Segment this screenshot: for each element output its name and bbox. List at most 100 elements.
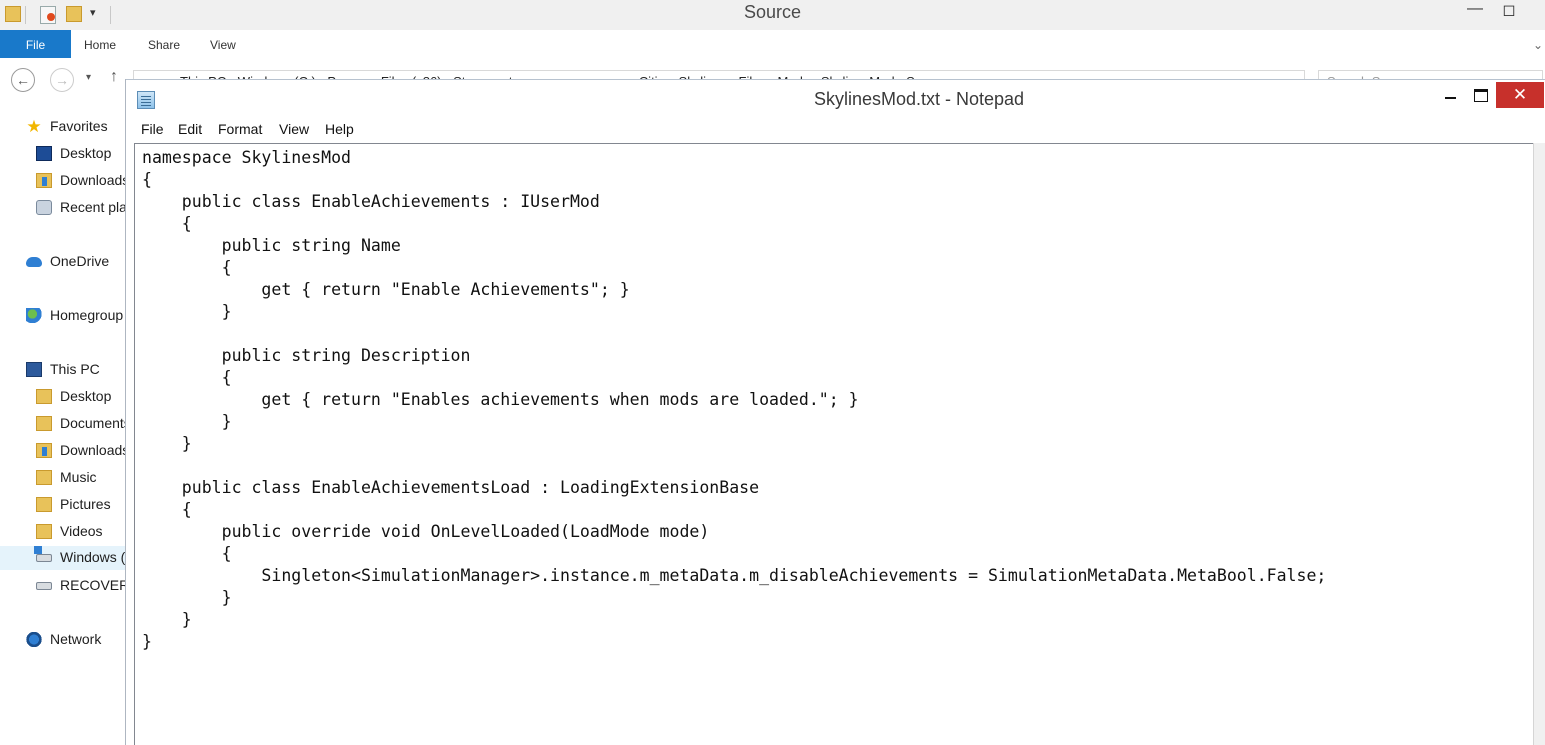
- text-line: {: [142, 258, 232, 277]
- expand-ribbon-chevron-icon[interactable]: ⌄: [1533, 38, 1543, 52]
- nav-recent-places[interactable]: Recent places: [0, 196, 133, 220]
- maximize-icon: [1474, 88, 1488, 102]
- nav-label: Documents: [60, 415, 131, 431]
- nav-label: Music: [60, 469, 97, 485]
- computer-icon: [26, 362, 42, 377]
- ribbon-tabs: File Home Share View ⌄: [0, 30, 1545, 59]
- nav-network[interactable]: Network: [0, 628, 133, 652]
- text-line: }: [142, 412, 232, 431]
- downloads-folder-icon: [36, 173, 52, 188]
- pictures-folder-icon: [36, 497, 52, 512]
- text-line: public class EnableAchievements : IUserM…: [142, 192, 600, 211]
- text-line: Singleton<SimulationManager>.instance.m_…: [142, 566, 1327, 585]
- nav-homegroup[interactable]: Homegroup: [0, 304, 133, 328]
- minimize-button[interactable]: [1436, 82, 1464, 108]
- menu-help[interactable]: Help: [325, 121, 354, 137]
- tab-file[interactable]: File: [0, 30, 71, 58]
- music-folder-icon: [36, 470, 52, 485]
- nav-label: Videos: [60, 523, 103, 539]
- text-line: public override void OnLevelLoaded(LoadM…: [142, 522, 710, 541]
- text-line: {: [142, 500, 192, 519]
- nav-this-pc-downloads[interactable]: Downloads: [0, 439, 133, 463]
- notepad-window: SkylinesMod.txt - Notepad ✕ File Edit Fo…: [126, 79, 1545, 745]
- homegroup-icon: [26, 308, 42, 323]
- nav-label: Network: [50, 631, 102, 647]
- text-line: [142, 323, 1326, 345]
- menu-edit[interactable]: Edit: [178, 121, 202, 137]
- recent-locations-chevron-icon[interactable]: ▾: [86, 72, 91, 83]
- text-line: get { return "Enables achievements when …: [142, 390, 859, 409]
- nav-documents[interactable]: Documents: [0, 412, 133, 436]
- notepad-window-title: SkylinesMod.txt - Notepad: [813, 89, 1025, 109]
- nav-favorites-downloads[interactable]: Downloads: [0, 169, 133, 193]
- nav-label: Recent places: [60, 199, 133, 215]
- nav-label: Downloads: [60, 442, 130, 458]
- nav-onedrive[interactable]: OneDrive: [0, 250, 133, 274]
- text-line: [142, 455, 1326, 477]
- menu-format[interactable]: Format: [218, 121, 262, 137]
- up-arrow-icon[interactable]: ↑: [110, 68, 118, 86]
- minimize-icon[interactable]: —: [1460, 0, 1490, 22]
- nav-recovery-drive[interactable]: RECOVERY: [0, 574, 133, 598]
- text-editor-area[interactable]: namespace SkylinesMod { public class Enab…: [134, 143, 1533, 745]
- text-line: {: [142, 368, 232, 387]
- nav-videos[interactable]: Videos: [0, 520, 133, 544]
- nav-label: RECOVERY: [60, 577, 133, 593]
- text-line: }: [142, 588, 232, 607]
- text-line: {: [142, 214, 192, 233]
- nav-label: Homegroup: [50, 307, 124, 323]
- tab-view[interactable]: View: [210, 30, 236, 58]
- back-arrow-icon[interactable]: ←: [11, 68, 35, 92]
- explorer-window-title: Source: [743, 2, 802, 22]
- minimize-icon: [1444, 97, 1456, 100]
- text-line: public class EnableAchievementsLoad : Lo…: [142, 478, 760, 497]
- text-line: public string Description: [142, 346, 471, 365]
- explorer-title-bar: ▾ Source — ◻: [0, 0, 1545, 30]
- nav-label: Desktop: [60, 145, 112, 161]
- maximize-icon[interactable]: ◻: [1494, 0, 1524, 22]
- close-button[interactable]: ✕: [1496, 82, 1544, 108]
- maximize-button[interactable]: [1466, 82, 1496, 108]
- nav-label: Downloads: [60, 172, 130, 188]
- close-icon: ✕: [1512, 85, 1528, 104]
- nav-pictures[interactable]: Pictures: [0, 493, 133, 517]
- nav-label: Desktop: [60, 388, 112, 404]
- document-text: namespace SkylinesMod { public class Enab…: [142, 147, 1326, 653]
- nav-label: This PC: [50, 361, 100, 377]
- text-line: }: [142, 302, 232, 321]
- menu-view[interactable]: View: [279, 121, 309, 137]
- tab-share[interactable]: Share: [148, 30, 180, 58]
- text-line: {: [142, 544, 232, 563]
- navigation-pane: ★ Favorites Desktop Downloads Recent pla…: [0, 102, 133, 745]
- nav-this-pc-desktop[interactable]: Desktop: [0, 385, 133, 409]
- text-line: }: [142, 434, 192, 453]
- menu-file[interactable]: File: [141, 121, 164, 137]
- text-line: {: [142, 170, 152, 189]
- text-line: }: [142, 610, 192, 629]
- cloud-icon: [26, 257, 42, 267]
- documents-folder-icon: [36, 416, 52, 431]
- tab-home[interactable]: Home: [84, 30, 116, 58]
- nav-this-pc[interactable]: This PC: [0, 358, 133, 382]
- downloads-folder-icon: [36, 443, 52, 458]
- network-icon: [26, 632, 42, 647]
- windows-drive-icon: [34, 546, 52, 562]
- nav-label: Windows (C:): [60, 549, 133, 565]
- nav-windows-drive[interactable]: Windows (C:): [0, 546, 133, 570]
- desktop-folder-icon: [36, 389, 52, 404]
- text-line: get { return "Enable Achievements"; }: [142, 280, 630, 299]
- notepad-title-bar[interactable]: SkylinesMod.txt - Notepad ✕: [126, 79, 1545, 119]
- desktop-icon: [36, 146, 52, 161]
- nav-music[interactable]: Music: [0, 466, 133, 490]
- nav-label: Pictures: [60, 496, 111, 512]
- recent-places-icon: [36, 200, 52, 215]
- forward-arrow-icon[interactable]: →: [50, 68, 74, 92]
- nav-favorites-desktop[interactable]: Desktop: [0, 142, 133, 166]
- nav-favorites[interactable]: ★ Favorites: [0, 115, 133, 139]
- drive-icon: [36, 582, 52, 590]
- vertical-scrollbar[interactable]: [1533, 143, 1545, 745]
- notepad-menu-bar: File Edit Format View Help: [134, 119, 1545, 141]
- text-line: namespace SkylinesMod: [142, 148, 352, 167]
- nav-label: Favorites: [50, 118, 108, 134]
- text-line: public string Name: [142, 236, 401, 255]
